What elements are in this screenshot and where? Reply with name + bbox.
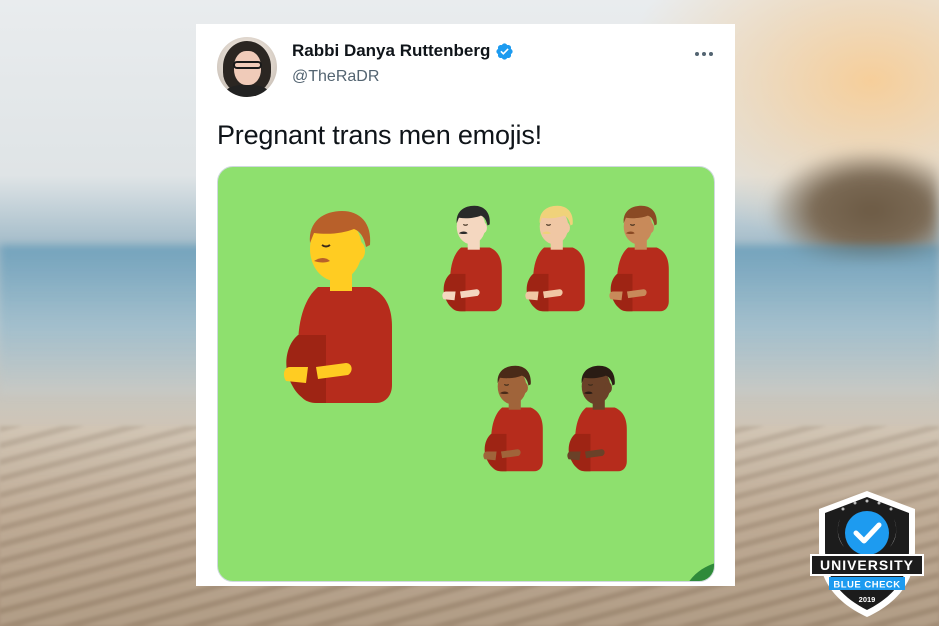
tweet-text: Pregnant trans men emojis! <box>217 120 542 150</box>
badge-line2: BLUE CHECK <box>833 580 900 591</box>
author-name-row: Rabbi Danya Ruttenberg <box>292 41 514 61</box>
badge-check-circle <box>845 511 889 555</box>
pregnant-man-emoji <box>283 211 392 403</box>
pregnant-man-emoji <box>609 205 669 312</box>
more-options-icon[interactable] <box>692 42 716 66</box>
badge-year: 2019 <box>859 595 876 604</box>
pregnant-man-emoji <box>567 365 627 472</box>
pregnant-man-emoji <box>483 365 543 472</box>
avatar[interactable] <box>217 37 277 97</box>
pregnant-man-emoji <box>442 205 502 312</box>
leaf-decoration <box>689 563 714 581</box>
background-rock <box>769 150 939 260</box>
pregnant-man-emoji-grid <box>283 205 714 581</box>
tweet-image[interactable] <box>217 166 715 582</box>
author-display-name[interactable]: Rabbi Danya Ruttenberg <box>292 41 490 61</box>
tweet-card[interactable]: Rabbi Danya Ruttenberg @TheRaDR Pregnant… <box>196 24 735 586</box>
pregnant-man-emoji <box>525 205 585 312</box>
author-handle[interactable]: @TheRaDR <box>292 68 379 86</box>
verified-badge-icon <box>496 42 513 60</box>
badge-line1: UNIVERSITY <box>820 557 914 573</box>
university-blue-check-badge: UNIVERSITY BLUE CHECK 2019 <box>810 491 924 617</box>
